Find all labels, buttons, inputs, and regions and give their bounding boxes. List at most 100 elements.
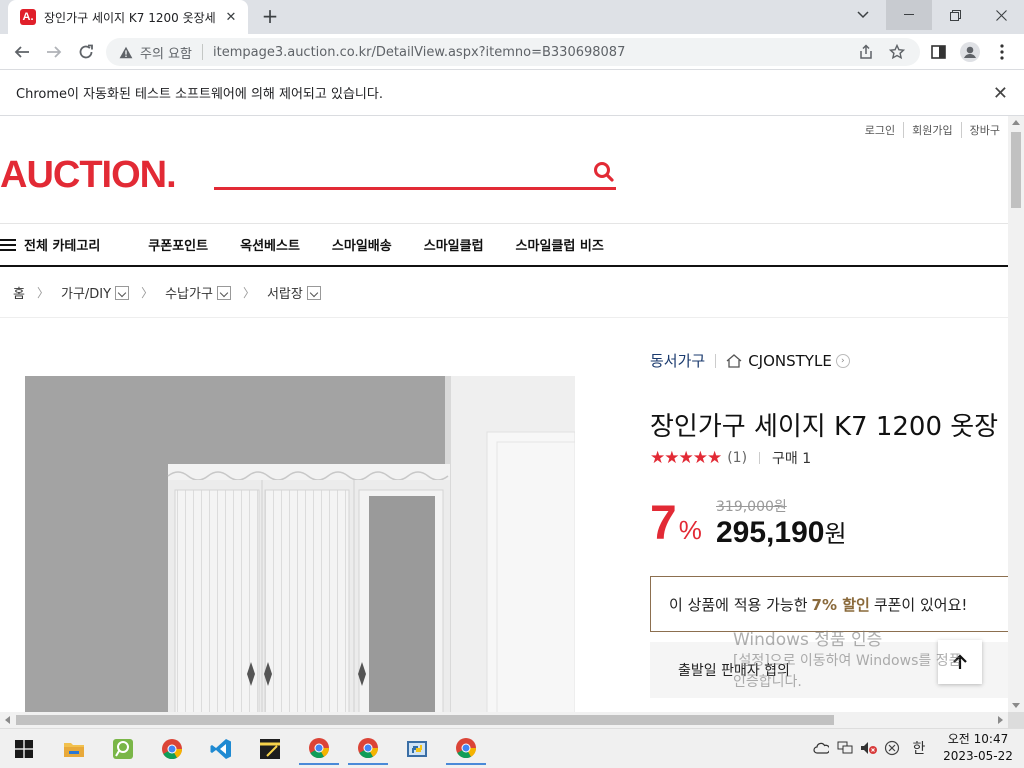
- login-link[interactable]: 로그인: [857, 122, 903, 138]
- cart-link[interactable]: 장바구: [960, 122, 1008, 138]
- forward-arrow-icon[interactable]: [40, 38, 68, 66]
- profile-avatar-icon[interactable]: [956, 38, 984, 66]
- discount-number: 7: [650, 497, 677, 550]
- warning-triangle-icon[interactable]: [118, 44, 134, 60]
- vertical-scrollbar[interactable]: [1008, 116, 1024, 712]
- horizontal-scrollbar[interactable]: [0, 712, 1008, 728]
- sale-price: 295,190원: [716, 514, 847, 550]
- watermark-line-1: Windows 정품 인증: [733, 630, 883, 650]
- security-status-label[interactable]: 주의 요함: [140, 43, 192, 62]
- search-icon[interactable]: [592, 160, 616, 184]
- windows-start-icon[interactable]: [4, 733, 44, 765]
- chevron-right-icon: 〉: [141, 286, 154, 300]
- discount-unit: %: [678, 515, 702, 545]
- new-tab-icon[interactable]: +: [258, 4, 282, 28]
- infobar-close-icon[interactable]: ✕: [993, 83, 1008, 104]
- volume-muted-icon[interactable]: [860, 739, 878, 757]
- purchase-count: 구매 1: [772, 451, 812, 467]
- scroll-up-arrow-icon[interactable]: [1012, 120, 1020, 125]
- back-arrow-icon[interactable]: [8, 38, 36, 66]
- chrome-icon[interactable]: [348, 733, 388, 765]
- file-explorer-icon[interactable]: [54, 733, 94, 765]
- infobar-message: Chrome이 자동화된 테스트 소프트웨어에 의해 제어되고 있습니다.: [16, 87, 383, 102]
- coupon-text-before: 이 상품에 적용 가능한: [669, 595, 808, 614]
- gnb-item-smile-club[interactable]: 스마일클럽: [424, 235, 484, 254]
- breadcrumb: 홈 〉 가구/DIY 〉 수납가구 〉 서랍장: [0, 268, 1008, 318]
- page-viewport: 로그인 회원가입 장바구 AUCTION. 전체 카테고리 쿠폰포인트 옥션베스…: [0, 116, 1008, 712]
- store-link[interactable]: CJONSTYLE ›: [726, 352, 850, 370]
- chrome-menu-kebab-icon[interactable]: [988, 38, 1016, 66]
- gnb-item-smile-club-biz[interactable]: 스마일클럽 비즈: [516, 235, 604, 254]
- seller-row: 동서가구 CJONSTYLE ›: [650, 350, 850, 371]
- clock-date: 2023-05-22: [943, 749, 1013, 763]
- original-price: 319,000원: [716, 499, 787, 515]
- vscode-icon[interactable]: [201, 733, 241, 765]
- clock-time: 오전 10:47: [947, 732, 1009, 746]
- search-input[interactable]: [214, 187, 616, 190]
- windows-taskbar: 한 오전 10:47 2023-05-22: [0, 728, 1024, 768]
- onedrive-cloud-icon[interactable]: [812, 739, 830, 757]
- vertical-scroll-thumb[interactable]: [1011, 132, 1021, 208]
- rating-divider: [759, 452, 761, 464]
- watermark-line-3: 인증합니다.: [733, 674, 802, 690]
- scroll-right-arrow-icon[interactable]: [998, 716, 1003, 724]
- url-text[interactable]: itempage3.auction.co.kr/DetailView.aspx?…: [213, 45, 625, 60]
- windows-activation-watermark: Windows 정품 인증 [설정]으로 이동하여 Windows를 정품 인증…: [733, 630, 961, 693]
- review-count[interactable]: (1): [727, 450, 747, 466]
- system-clock[interactable]: 오전 10:47 2023-05-22: [940, 731, 1016, 765]
- tab-strip: A. 장인가구 세이지 K7 1200 옷장세 ✕ +: [0, 0, 1024, 34]
- breadcrumb-home[interactable]: 홈: [13, 283, 25, 302]
- rating-stars-icon: ★★★★★: [650, 448, 722, 468]
- ime-korean-indicator[interactable]: 한: [910, 739, 928, 757]
- omnibox-divider: [201, 44, 203, 60]
- chevron-down-icon[interactable]: [216, 285, 231, 300]
- seller-name[interactable]: 동서가구: [650, 350, 705, 371]
- tab-close-icon[interactable]: ✕: [222, 10, 240, 25]
- reload-icon[interactable]: [72, 38, 100, 66]
- tab-title: 장인가구 세이지 K7 1200 옷장세: [44, 10, 216, 25]
- restore-window-icon[interactable]: [932, 0, 978, 30]
- breadcrumb-furniture[interactable]: 가구/DIY: [61, 283, 111, 302]
- product-image[interactable]: [25, 376, 575, 712]
- python-idle-icon[interactable]: [397, 733, 437, 765]
- side-panel-icon[interactable]: [924, 38, 952, 66]
- scroll-left-arrow-icon[interactable]: [5, 716, 10, 724]
- all-categories-button[interactable]: 전체 카테고리: [0, 235, 100, 254]
- snipping-tool-icon[interactable]: [103, 733, 143, 765]
- close-window-icon[interactable]: [978, 0, 1024, 30]
- scroll-down-arrow-icon[interactable]: [1012, 703, 1020, 708]
- sticky-notes-icon[interactable]: [250, 733, 290, 765]
- tab-search-chevron-icon[interactable]: [840, 0, 886, 30]
- breadcrumb-storage[interactable]: 수납가구: [165, 283, 213, 302]
- bookmark-star-icon[interactable]: [888, 43, 906, 61]
- breadcrumb-drawer[interactable]: 서랍장: [267, 283, 303, 302]
- discount-rate: 7%: [650, 496, 702, 551]
- chevron-down-icon[interactable]: [115, 285, 130, 300]
- network-icon[interactable]: [836, 739, 854, 757]
- coupon-text-after: 쿠폰이 있어요!: [873, 595, 968, 614]
- browser-tab-active[interactable]: A. 장인가구 세이지 K7 1200 옷장세 ✕: [8, 0, 248, 34]
- chevron-right-icon: 〉: [242, 286, 255, 300]
- auction-favicon-icon: A.: [20, 9, 36, 25]
- rating-row: ★★★★★ (1) 구매 1: [650, 448, 811, 468]
- signup-link[interactable]: 회원가입: [903, 122, 960, 138]
- notification-blocked-icon[interactable]: [883, 739, 901, 757]
- automation-infobar: Chrome이 자동화된 테스트 소프트웨어에 의해 제어되고 있습니다. ✕: [0, 70, 1024, 116]
- chrome-icon[interactable]: [299, 733, 339, 765]
- horizontal-scroll-thumb[interactable]: [16, 715, 834, 725]
- auction-logo[interactable]: AUCTION.: [0, 154, 177, 197]
- address-bar[interactable]: 주의 요함 itempage3.auction.co.kr/DetailView…: [106, 38, 920, 66]
- share-icon[interactable]: [857, 43, 875, 61]
- coupon-banner[interactable]: 이 상품에 적용 가능한 7% 할인 쿠폰이 있어요!: [650, 576, 1008, 632]
- chrome-icon[interactable]: [152, 733, 192, 765]
- chrome-icon[interactable]: [446, 733, 486, 765]
- gnb-item-auction-best[interactable]: 옥션베스트: [240, 235, 300, 254]
- utility-links: 로그인 회원가입 장바구: [857, 122, 1008, 138]
- chevron-down-icon[interactable]: [306, 285, 321, 300]
- minimize-window-icon[interactable]: [886, 0, 932, 30]
- coupon-highlight: 7% 할인: [811, 595, 870, 614]
- gnb-item-coupon-point[interactable]: 쿠폰포인트: [148, 235, 208, 254]
- product-title: 장인가구 세이지 K7 1200 옷장: [650, 412, 999, 442]
- sale-price-unit: 원: [824, 521, 847, 548]
- gnb-item-smile-delivery[interactable]: 스마일배송: [332, 235, 392, 254]
